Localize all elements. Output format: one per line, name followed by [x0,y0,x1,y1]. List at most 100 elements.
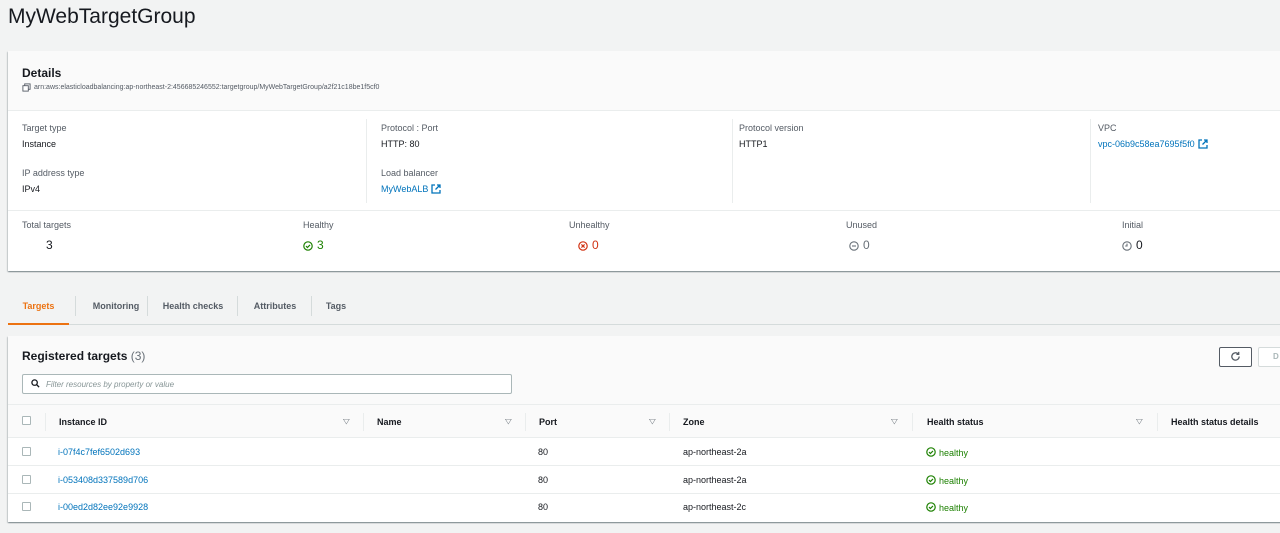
tab-monitoring[interactable]: Monitoring [76,293,156,325]
protocol-version: Protocol version HTTP1 [739,123,804,149]
row-checkbox[interactable] [22,447,31,456]
column-separator [363,413,364,431]
load-balancer-label: Load balancer [381,168,439,178]
target-type-value: Instance [22,139,57,149]
protocol-version-value: HTTP1 [739,139,768,149]
target-type-label: Target type [22,123,67,133]
filter-input[interactable] [46,379,486,389]
cell-zone: ap-northeast-2c [683,502,747,512]
stat-total-value: 3 [46,238,53,252]
tab-bar: Targets Monitoring Health checks Attribu… [8,293,1280,325]
check-circle-icon [926,447,936,459]
arn-value: arn:aws:elasticloadbalancing:ap-northeas… [34,84,380,91]
cell-health-status: healthy [926,475,968,487]
targets-header: Registered targets (3) D [8,336,1280,404]
protocol-port: Protocol : Port HTTP: 80 [381,123,438,149]
filter-search [22,374,512,394]
column-separator [669,413,670,431]
protocol-version-label: Protocol version [739,123,804,133]
stat-healthy: Healthy 3 [303,220,334,252]
minus-circle-icon [849,240,859,251]
targets-title: Registered targets (3) [22,349,145,363]
protocol-port-value: HTTP: 80 [381,139,420,149]
stat-unused-value: 0 [863,238,870,252]
table-row[interactable]: i-053408d337589d706 80 ap-northeast-2a h… [8,466,1280,494]
stat-unused-label: Unused [846,220,878,230]
table-row[interactable]: i-07f4c7fef6502d693 80 ap-northeast-2a h… [8,438,1280,466]
column-separator [1157,413,1158,431]
stat-initial-label: Initial [1122,220,1144,230]
stat-initial: Initial 0 [1122,220,1143,252]
column-separator [525,413,526,431]
tab-health-checks[interactable]: Health checks [148,293,238,325]
stat-total-label: Total targets [22,220,72,230]
row-checkbox[interactable] [22,475,31,484]
registered-targets-panel: Registered targets (3) D Instance ID ▽ N… [8,336,1280,522]
column-health-status[interactable]: Health status [927,417,984,427]
details-panel: Details arn:aws:elasticloadbalancing:ap-… [8,51,1280,271]
instance-id-link[interactable]: i-07f4c7fef6502d693 [58,447,140,457]
cell-zone: ap-northeast-2a [683,475,747,485]
sort-down-icon[interactable]: ▽ [1136,417,1143,426]
copy-icon[interactable] [22,83,31,92]
vpc: VPC vpc-06b9c58ea7695f5f0 [1098,123,1208,149]
sort-down-icon[interactable]: ▽ [649,417,656,426]
column-name[interactable]: Name [377,417,402,427]
sort-down-icon[interactable]: ▽ [343,417,350,426]
cell-port: 80 [538,447,549,457]
cell-health-status: healthy [926,447,968,459]
tab-tags[interactable]: Tags [312,293,360,325]
row-checkbox[interactable] [22,502,31,511]
table-row[interactable]: i-00ed2d82ee92e9928 80 ap-northeast-2c h… [8,493,1280,521]
ip-address-type-value: IPv4 [22,184,41,194]
vpc-link[interactable]: vpc-06b9c58ea7695f5f0 [1098,139,1208,149]
column-zone[interactable]: Zone [683,417,705,427]
cell-zone: ap-northeast-2a [683,447,747,457]
cell-port: 80 [538,475,549,485]
sort-down-icon[interactable]: ▽ [891,417,898,426]
external-link-icon [431,184,442,194]
targets-count: (3) [130,349,146,363]
tab-targets[interactable]: Targets [8,293,69,325]
divider [366,119,367,203]
ip-address-type: IP address type IPv4 [22,168,84,194]
check-circle-icon [926,475,936,487]
column-instance-id[interactable]: Instance ID [59,417,107,427]
ip-address-type-label: IP address type [22,168,85,178]
health-status-text: healthy [939,448,969,458]
vpc-label: VPC [1098,123,1117,133]
instance-id-link[interactable]: i-00ed2d82ee92e9928 [58,502,148,512]
column-port[interactable]: Port [539,417,557,427]
health-status-text: healthy [939,503,969,513]
sort-down-icon[interactable]: ▽ [505,417,512,426]
stat-healthy-label: Healthy [303,220,334,230]
column-health-status-details[interactable]: Health status details [1171,417,1259,427]
details-title: Details [22,66,62,80]
stat-unhealthy-label: Unhealthy [569,220,610,230]
tab-attributes[interactable]: Attributes [238,293,312,325]
external-link-icon [1197,139,1208,149]
stat-unhealthy: Unhealthy 0 [569,220,610,252]
select-all-checkbox[interactable] [22,416,31,425]
stat-total-targets: Total targets 3 [22,220,71,252]
load-balancer-link[interactable]: MyWebALB [381,184,442,194]
details-header: Details arn:aws:elasticloadbalancing:ap-… [8,51,1280,111]
stat-healthy-value: 3 [317,238,324,252]
protocol-port-label: Protocol : Port [381,123,439,133]
refresh-button[interactable] [1219,347,1252,367]
divider [8,210,1280,211]
deregister-button[interactable]: D [1258,347,1280,367]
table-header: Instance ID ▽ Name ▽ Port ▽ Zone ▽ Healt… [8,404,1280,438]
load-balancer: Load balancer MyWebALB [381,168,442,194]
stat-initial-value: 0 [1136,238,1143,252]
search-icon [31,375,40,393]
target-type: Target type Instance [22,123,67,149]
targets-title-text: Registered targets [22,349,128,363]
cell-health-status: healthy [926,502,968,514]
stat-unused: Unused 0 [846,220,877,252]
instance-id-link[interactable]: i-053408d337589d706 [58,475,148,485]
arn-row: arn:aws:elasticloadbalancing:ap-northeas… [22,83,379,92]
refresh-icon [1230,350,1241,365]
column-separator [912,413,913,431]
x-circle-icon [578,240,588,251]
